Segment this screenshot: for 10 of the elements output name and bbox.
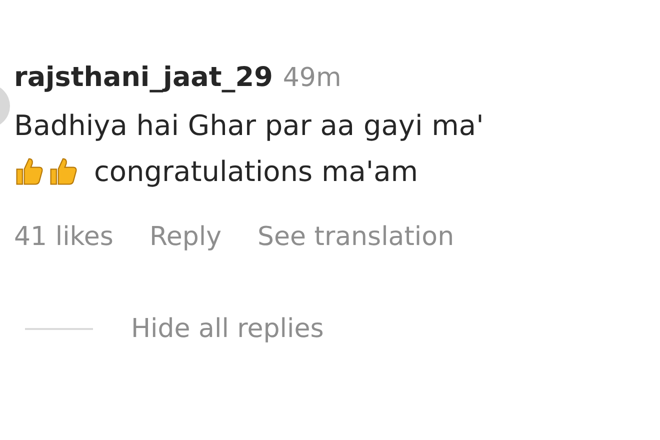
comment-action[interactable]: See translation [257,222,454,252]
username[interactable]: rajsthani_jaat_29 [14,62,273,93]
comment-action[interactable]: Reply [149,222,222,252]
comment-text: Badhiya hai Ghar par aa gayi ma' [14,108,484,142]
thumbs-up-icon [48,156,78,186]
hide-replies-link[interactable]: Hide all replies [131,314,324,344]
comment-text: congratulations ma'am [94,154,418,188]
comment-action[interactable]: 41 likes [14,222,114,252]
timestamp: 49m [282,63,342,93]
thumbs-up-icon [14,156,44,186]
